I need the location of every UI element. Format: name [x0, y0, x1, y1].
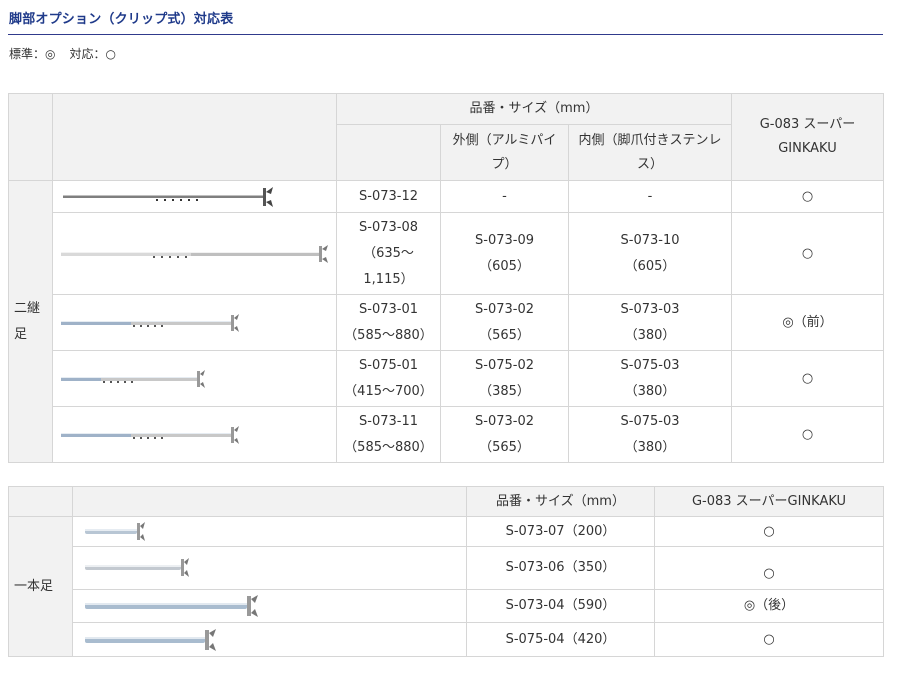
leg-image-cell — [52, 212, 337, 295]
header-outer: 外側（アルミパイプ） — [440, 124, 569, 181]
leg-image — [63, 186, 273, 207]
page-title: 脚部オプション（クリップ式）対応表 — [9, 12, 234, 27]
main-product-code: S-075-01 — [359, 357, 418, 373]
product-code-size: S-073-07（200） — [466, 516, 655, 547]
main-product-size: （585〜880） — [344, 327, 433, 343]
product-code-size: S-073-04（590） — [466, 589, 655, 623]
leg-image — [61, 244, 328, 263]
inner-product-cell: S-075-03 （380） — [568, 406, 732, 463]
header-model: G-083 スーパーGINKAKU — [731, 93, 884, 181]
outer-product-cell: S-073-02 （565） — [440, 294, 569, 351]
leg-image — [61, 425, 239, 444]
legend: 標準：◎ 対応：○ — [9, 45, 116, 62]
leg-image-cell — [72, 516, 467, 547]
leg-image — [85, 558, 189, 577]
outer-product-code: S-073-02 — [475, 301, 534, 317]
compatibility-mark: ○ — [731, 212, 884, 295]
product-code-size: S-073-06（350） — [466, 546, 655, 590]
compatibility-mark: ○ — [654, 516, 884, 547]
main-product-code: S-073-01 — [359, 301, 418, 317]
title-divider — [8, 34, 883, 35]
outer-product-size: （385） — [479, 383, 530, 399]
outer-product-code: S-075-02 — [475, 357, 534, 373]
compatibility-mark: ◎（後） — [654, 589, 884, 623]
main-product-cell: S-073-01 （585〜880） — [336, 294, 441, 351]
outer-product-size: （565） — [479, 439, 530, 455]
header-blank-group — [8, 486, 73, 517]
main-product-size: （635〜1,115） — [363, 245, 414, 287]
compatibility-mark: ○ — [731, 180, 884, 213]
outer-product-size: （565） — [479, 327, 530, 343]
compatibility-mark: ○ — [654, 622, 884, 657]
main-product-cell: S-073-12 — [336, 180, 441, 213]
header-blank-group — [8, 93, 53, 181]
leg-image-cell — [72, 622, 467, 657]
header-blank-main — [336, 124, 441, 181]
inner-product-size: （380） — [624, 327, 676, 343]
inner-product-size: （380） — [624, 383, 676, 399]
leg-image — [61, 313, 239, 332]
single-leg-table: 品番・サイズ（mm） G-083 スーパーGINKAKU 一本足 S-073-0… — [8, 486, 884, 657]
legend-compatible: 対応：○ — [69, 47, 116, 61]
legend-standard: 標準：◎ — [9, 47, 56, 61]
inner-product-cell: S-073-10 （605） — [568, 212, 732, 295]
outer-product-cell: S-075-02 （385） — [440, 350, 569, 407]
main-product-cell: S-075-01 （415〜700） — [336, 350, 441, 407]
compatibility-mark: ◎（前） — [731, 294, 884, 351]
leg-image-cell — [72, 546, 467, 590]
main-product-code: S-073-11 — [359, 413, 418, 429]
header-product-size: 品番・サイズ（mm） — [466, 486, 655, 517]
leg-image — [85, 595, 258, 617]
inner-product-code: S-073-10 — [620, 232, 680, 248]
header-blank-image — [52, 93, 337, 181]
inner-product-code: S-075-03 — [620, 357, 680, 373]
leg-image-cell — [52, 180, 337, 213]
group-label-single: 一本足 — [8, 516, 73, 657]
compatibility-mark: ○ — [654, 546, 884, 590]
compatibility-mark: ○ — [731, 350, 884, 407]
main-product-code: S-073-08 — [359, 219, 418, 235]
outer-product-cell: S-073-02 （565） — [440, 406, 569, 463]
outer-product-cell: - — [440, 180, 569, 213]
outer-product-cell: S-073-09 （605） — [440, 212, 569, 295]
header-inner: 内側（脚爪付きステンレス） — [568, 124, 732, 181]
leg-image — [61, 369, 205, 388]
inner-product-code: - — [647, 188, 653, 204]
product-code-size: S-075-04（420） — [466, 622, 655, 657]
header-blank-image — [72, 486, 467, 517]
leg-image — [85, 628, 216, 651]
inner-product-cell: - — [568, 180, 732, 213]
header-model: G-083 スーパーGINKAKU — [654, 486, 884, 517]
main-product-code: S-073-12 — [359, 188, 418, 204]
header-product-size: 品番・サイズ（mm） — [336, 93, 732, 125]
leg-image-cell — [52, 406, 337, 463]
main-product-size: （415〜700） — [344, 383, 433, 399]
inner-product-code: S-075-03 — [620, 413, 680, 429]
compatibility-mark: ○ — [731, 406, 884, 463]
main-product-cell: S-073-11 （585〜880） — [336, 406, 441, 463]
outer-product-code: S-073-02 — [475, 413, 534, 429]
inner-product-code: S-073-03 — [620, 301, 680, 317]
leg-image-cell — [72, 589, 467, 623]
group-label-two-piece: 二継足 — [8, 180, 53, 463]
main-product-size: （585〜880） — [344, 439, 433, 455]
inner-product-size: （605） — [624, 258, 676, 274]
inner-product-cell: S-075-03 （380） — [568, 350, 732, 407]
leg-image — [85, 521, 145, 541]
inner-product-cell: S-073-03 （380） — [568, 294, 732, 351]
main-product-cell: S-073-08 （635〜1,115） — [336, 212, 441, 295]
outer-product-size: （605） — [479, 258, 530, 274]
leg-image-cell — [52, 350, 337, 407]
inner-product-size: （380） — [624, 439, 676, 455]
leg-image-cell — [52, 294, 337, 351]
outer-product-code: - — [502, 188, 507, 204]
outer-product-code: S-073-09 — [475, 232, 534, 248]
two-piece-leg-table: 品番・サイズ（mm） G-083 スーパーGINKAKU 外側（アルミパイプ） … — [8, 93, 884, 463]
